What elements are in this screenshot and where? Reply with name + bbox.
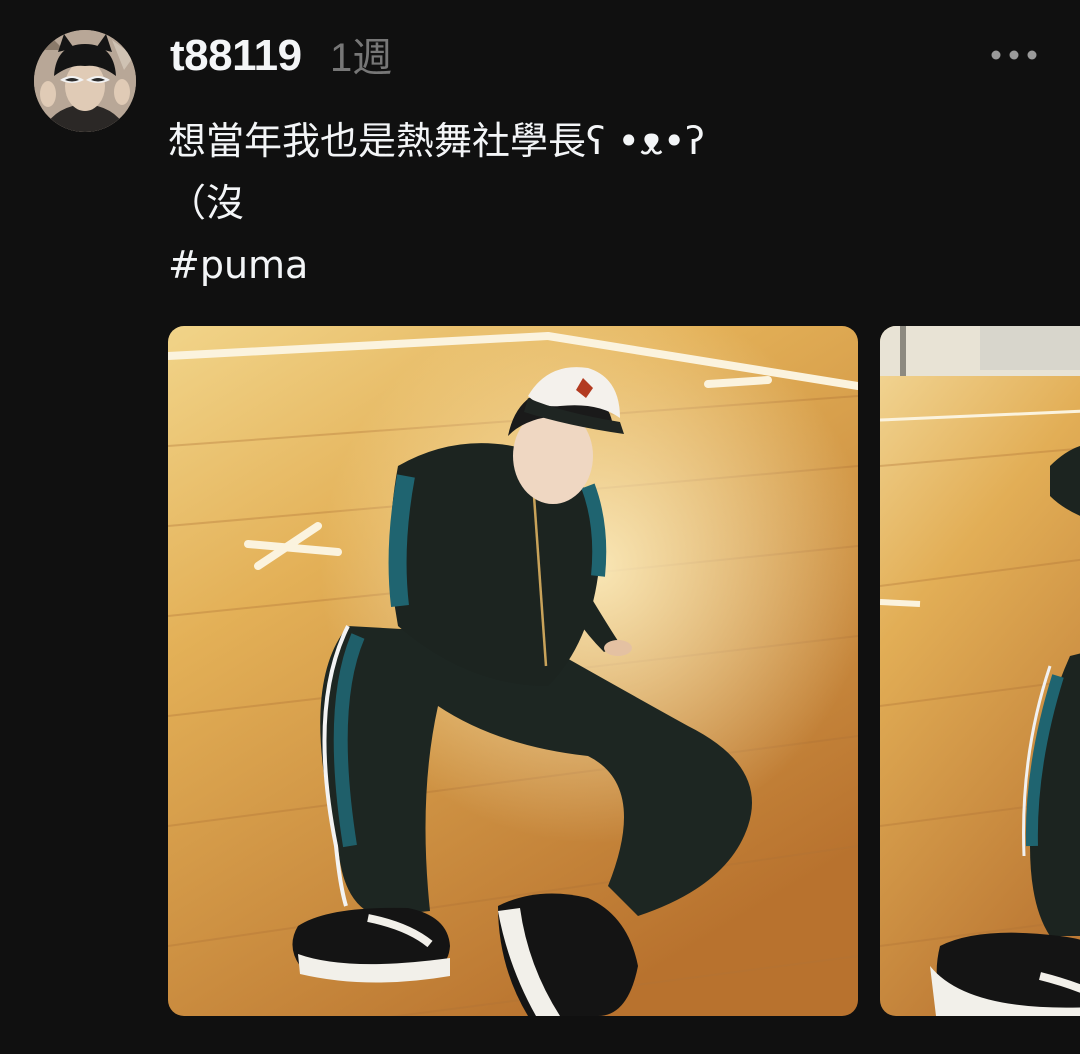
post-caption: 想當年我也是熱舞社學長ʕ •ᴥ•ʔ （沒 #puma [168,110,705,296]
hashtag-link[interactable]: #puma [168,234,705,296]
thread-post: t88119 1週 想當年我也是熱舞社學長ʕ •ᴥ•ʔ （沒 #puma [0,0,1080,1054]
photo-person-on-gym-floor-partial [880,326,1080,1016]
avatar-image [34,30,136,132]
user-avatar[interactable] [34,30,136,132]
caption-line: （沒 [168,181,245,225]
more-dots-icon [991,50,1037,60]
media-carousel[interactable] [0,326,1080,1016]
post-timestamp: 1週 [330,36,393,80]
username[interactable]: t88119 [170,30,302,82]
more-options-button[interactable] [984,38,1044,72]
caption-line: 想當年我也是熱舞社學長ʕ •ᴥ•ʔ [168,119,705,163]
photo-person-on-gym-floor [168,326,858,1016]
post-photo-2[interactable] [880,326,1080,1016]
post-photo-1[interactable] [168,326,858,1016]
